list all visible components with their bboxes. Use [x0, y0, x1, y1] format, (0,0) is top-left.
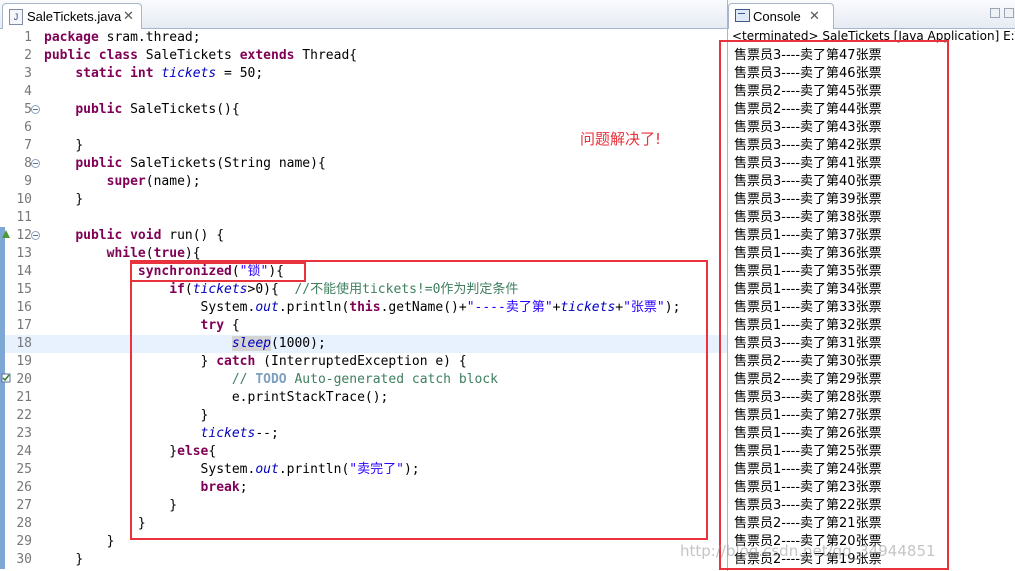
- watermark: http://blog.csdn.net/qq_34944851: [680, 542, 936, 560]
- maximize-icon[interactable]: [1004, 8, 1014, 18]
- line-number: 17: [16, 318, 32, 333]
- code-line: 8 public SaleTickets(String name){: [0, 155, 727, 173]
- code-line: 5 public SaleTickets(){: [0, 101, 727, 119]
- console-tab-label: Console: [753, 9, 801, 24]
- line-number: 8: [24, 156, 32, 171]
- code-line: 1 package sram.thread;: [0, 29, 727, 47]
- line-number: 25: [16, 462, 32, 477]
- close-icon[interactable]: ✕: [123, 8, 134, 24]
- line-number: 20: [16, 372, 32, 387]
- code-line: 4: [0, 83, 727, 101]
- minimize-icon[interactable]: [990, 8, 1000, 18]
- code-line: 3 static int tickets = 50;: [0, 65, 727, 83]
- line-number: 9: [24, 174, 32, 189]
- line-number: 4: [24, 84, 32, 99]
- code-line: 12 public void run() {: [0, 227, 727, 245]
- code-line: 9 super(name);: [0, 173, 727, 191]
- line-number: 28: [16, 516, 32, 531]
- line-number: 6: [24, 120, 32, 135]
- fold-toggle-icon[interactable]: [31, 231, 40, 240]
- line-number: 19: [16, 354, 32, 369]
- code-line: 2 public class SaleTickets extends Thread…: [0, 47, 727, 65]
- code-line: 11: [0, 209, 727, 227]
- line-number: 22: [16, 408, 32, 423]
- editor-tab-bar: J SaleTickets.java ✕: [0, 0, 727, 29]
- editor-tab-label: SaleTickets.java: [27, 9, 122, 24]
- line-number: 16: [16, 300, 32, 315]
- line-number: 18: [16, 336, 32, 351]
- line-number: 11: [16, 210, 32, 225]
- line-number: 1: [24, 30, 32, 45]
- fold-toggle-icon[interactable]: [31, 105, 40, 114]
- line-number: 10: [16, 192, 32, 207]
- line-number: 3: [24, 66, 32, 81]
- line-number: 29: [16, 534, 32, 549]
- line-number: 15: [16, 282, 32, 297]
- close-icon[interactable]: ✕: [809, 8, 820, 24]
- annotation-note: 问题解决了!: [580, 130, 662, 148]
- java-file-icon: J: [9, 9, 23, 25]
- line-number: 27: [16, 498, 32, 513]
- code-editor[interactable]: J SaleTickets.java ✕ 1 package sram.threa…: [0, 0, 727, 571]
- line-number: 26: [16, 480, 32, 495]
- line-number: 7: [24, 138, 32, 153]
- console-tab[interactable]: Console ✕: [728, 3, 834, 29]
- line-number: 30: [16, 552, 32, 567]
- console-tab-bar: Console ✕: [728, 0, 1015, 29]
- console-output-highlight-box: [719, 40, 949, 570]
- code-line: 10 }: [0, 191, 727, 209]
- code-line: 30 }: [0, 551, 727, 569]
- line-number: 13: [16, 246, 32, 261]
- fold-toggle-icon[interactable]: [31, 159, 40, 168]
- line-number: 21: [16, 390, 32, 405]
- line-number: 5: [24, 102, 32, 117]
- line-number: 23: [16, 426, 32, 441]
- line-number: 2: [24, 48, 32, 63]
- editor-tab-saletickets[interactable]: J SaleTickets.java ✕: [2, 3, 142, 29]
- console-view[interactable]: Console ✕ <terminated> SaleTickets [Java…: [719, 0, 1015, 571]
- line-number: 12: [16, 228, 32, 243]
- line-number: 24: [16, 444, 32, 459]
- console-icon: [735, 9, 750, 22]
- line-number: 14: [16, 264, 32, 279]
- sync-block-highlight-box: [130, 260, 708, 540]
